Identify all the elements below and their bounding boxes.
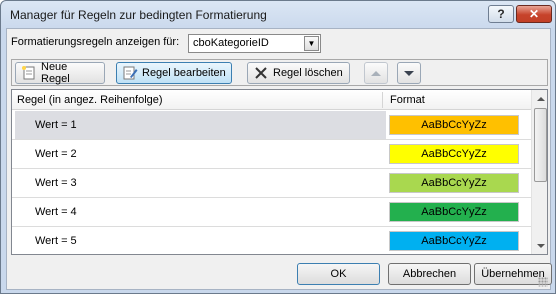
column-header-format: Format (390, 94, 425, 106)
header-divider (382, 92, 383, 108)
rule-label: Wert = 5 (35, 235, 77, 247)
new-rule-icon (21, 65, 37, 81)
arrow-down-icon (404, 70, 414, 76)
arrow-up-icon (371, 70, 381, 76)
rule-label: Wert = 2 (35, 148, 77, 160)
format-preview: AaBbCcYyZz (389, 115, 519, 135)
arrow-up-icon (536, 96, 545, 101)
rule-row[interactable]: Wert = 3 AaBbCcYyZz (12, 169, 531, 198)
edit-rule-label: Regel bearbeiten (142, 67, 226, 79)
dialog-window: Manager für Regeln zur bedingten Formati… (0, 0, 556, 294)
rule-row[interactable]: Wert = 4 AaBbCcYyZz (12, 198, 531, 227)
rule-label: Wert = 1 (35, 119, 77, 131)
scrollbar-thumb[interactable] (534, 108, 547, 182)
edit-rule-button[interactable]: Regel bearbeiten (116, 62, 232, 84)
move-down-button[interactable] (397, 62, 421, 84)
rules-list[interactable]: Regel (in angez. Reihenfolge) Format Wer… (11, 89, 548, 255)
move-up-button[interactable] (364, 62, 388, 84)
dialog-body: Formatierungsregeln anzeigen für: cboKat… (6, 28, 552, 290)
rule-rows: Wert = 1 AaBbCcYyZz Wert = 2 AaBbCcYyZz … (12, 111, 531, 254)
rule-label: Wert = 4 (35, 206, 77, 218)
new-rule-label: Neue Regel (41, 61, 70, 85)
format-preview: AaBbCcYyZz (389, 173, 519, 193)
format-preview: AaBbCcYyZz (389, 202, 519, 222)
rule-row[interactable]: Wert = 5 AaBbCcYyZz (12, 227, 531, 254)
rules-toolbar: Neue Regel Regel bearbeiten Regel lösche… (11, 59, 548, 86)
cancel-button[interactable]: Abbrechen (388, 263, 471, 285)
rule-row[interactable]: Wert = 1 AaBbCcYyZz (12, 111, 531, 140)
format-preview: AaBbCcYyZz (389, 144, 519, 164)
format-preview: AaBbCcYyZz (389, 231, 519, 251)
close-button[interactable]: ✕ (516, 5, 552, 23)
delete-x-icon (253, 65, 269, 81)
delete-rule-button[interactable]: Regel löschen (247, 62, 350, 84)
title-bar[interactable]: Manager für Regeln zur bedingten Formati… (1, 1, 555, 29)
show-rules-label: Formatierungsregeln anzeigen für: (11, 36, 180, 48)
delete-rule-label: Regel löschen (273, 67, 343, 79)
edit-rule-icon (122, 65, 138, 81)
vertical-scrollbar[interactable] (531, 90, 547, 254)
help-button[interactable]: ? (488, 5, 514, 23)
scroll-down-button[interactable] (532, 237, 547, 254)
show-rules-combobox[interactable]: cboKategorieID ▼ (188, 34, 321, 53)
resize-grip[interactable] (538, 277, 548, 287)
arrow-down-icon (536, 243, 545, 248)
rule-row[interactable]: Wert = 2 AaBbCcYyZz (12, 140, 531, 169)
ok-button[interactable]: OK (297, 263, 380, 285)
column-header-rule: Regel (in angez. Reihenfolge) (17, 94, 163, 106)
list-header: Regel (in angez. Reihenfolge) Format (12, 90, 531, 110)
new-rule-button[interactable]: Neue Regel (15, 61, 105, 85)
window-title: Manager für Regeln zur bedingten Formati… (10, 8, 267, 22)
rule-label: Wert = 3 (35, 177, 77, 189)
combobox-value: cboKategorieID (193, 37, 269, 49)
chevron-down-icon[interactable]: ▼ (304, 36, 319, 51)
scroll-up-button[interactable] (532, 90, 547, 107)
